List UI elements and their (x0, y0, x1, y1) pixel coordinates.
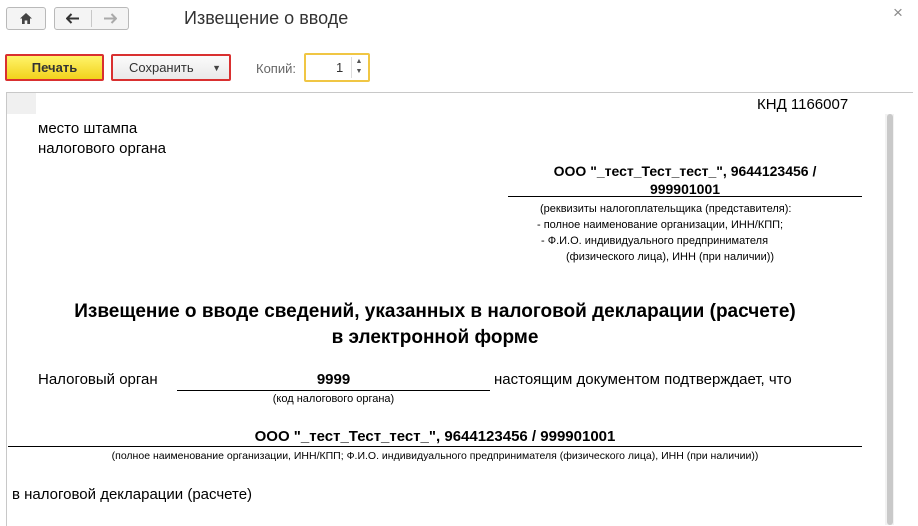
requisites-line1: (реквизиты налогоплательщика (представит… (540, 203, 792, 215)
save-button-label: Сохранить (129, 60, 194, 75)
requisites-line3: - Ф.И.О. индивидуального предпринимателя (541, 235, 769, 247)
knd-code: КНД 1166007 (757, 96, 849, 113)
scrollbar-thumb[interactable] (887, 114, 893, 525)
copies-label: Копий: (256, 61, 296, 76)
org-hint: (полное наименование организации, ИНН/КП… (111, 450, 759, 462)
taxpayer-underline (508, 196, 862, 197)
tax-organ-label: Налоговый орган (38, 371, 158, 388)
requisites-line4: (физического лица), ИНН (при наличии)) (566, 251, 775, 263)
save-button[interactable]: Сохранить ▼ (111, 54, 231, 81)
stamp-text-line1: место штампа (38, 120, 138, 137)
tax-organ-hint: (код налогового органа) (272, 393, 395, 405)
org-full-name: ООО "_тест_Тест_тест_", 9644123456 / 999… (254, 428, 616, 445)
window-title: Извещение о вводе (184, 8, 349, 28)
home-button[interactable] (6, 7, 46, 30)
home-icon (20, 13, 32, 24)
tax-organ-code: 9999 (316, 371, 351, 388)
document-corner (7, 93, 36, 114)
close-icon[interactable]: × (893, 3, 903, 23)
print-button[interactable]: Печать (5, 54, 104, 81)
org-underline (8, 446, 862, 447)
forward-button[interactable] (92, 13, 128, 24)
forward-arrow-icon (104, 13, 117, 24)
requisites-line2: - полное наименование организации, ИНН/К… (537, 219, 784, 231)
history-nav (54, 7, 129, 30)
spinner-icon[interactable]: ▲ ▼ (351, 57, 366, 78)
copies-field[interactable]: 1 ▲ ▼ (304, 53, 370, 82)
taxpayer-name: ООО "_тест_Тест_тест_", 9644123456 / (553, 163, 817, 179)
heading-line1: Извещение о вводе сведений, указанных в … (74, 301, 796, 322)
tax-organ-underline (177, 390, 490, 391)
dropdown-arrow-icon: ▼ (212, 62, 221, 73)
stamp-text-line2: налогового органа (38, 140, 166, 157)
back-button[interactable] (55, 13, 91, 24)
confirm-text: настоящим документом подтверждает, что (494, 371, 792, 388)
declaration-text: в налоговой декларации (расчете) (12, 486, 253, 503)
taxpayer-block: ООО "_тест_Тест_тест_", 9644123456 / 999… (508, 162, 862, 198)
back-arrow-icon (66, 13, 79, 24)
copies-value: 1 (336, 60, 344, 75)
heading-line2: в электронной форме (331, 327, 539, 348)
